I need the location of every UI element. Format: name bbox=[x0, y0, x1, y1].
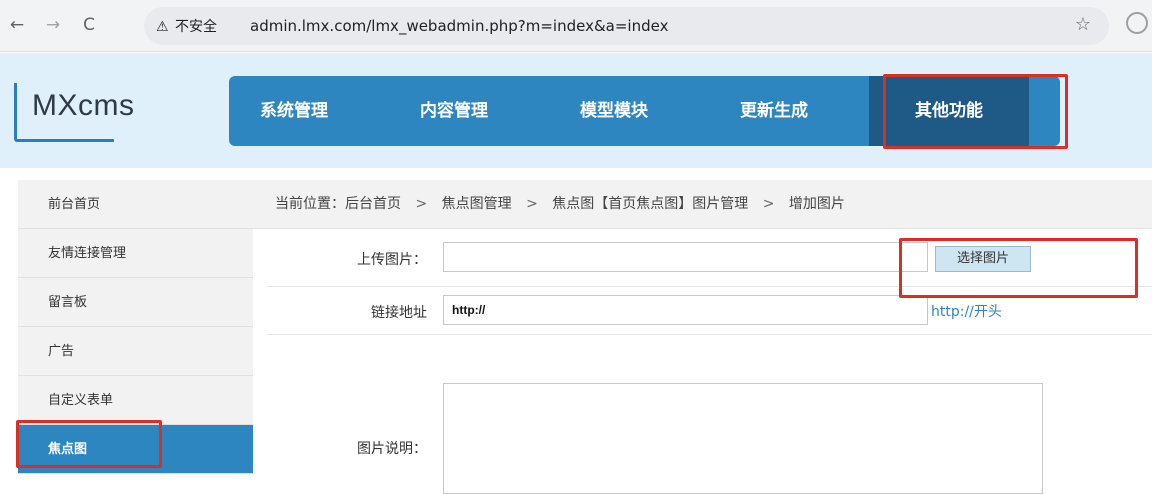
logo[interactable]: MXcms bbox=[14, 77, 184, 143]
extension-icon[interactable] bbox=[1126, 12, 1148, 34]
sidebar-item-ads[interactable]: 广告 bbox=[18, 327, 253, 376]
highlight-box-upload bbox=[899, 238, 1138, 298]
forward-icon[interactable]: → bbox=[40, 12, 66, 38]
browser-toolbar: ← → C ⚠ 不安全 admin.lmx.com/lmx_webadmin.p… bbox=[0, 0, 1152, 52]
nav-model-module[interactable]: 模型模块 bbox=[549, 76, 679, 146]
warning-icon: ⚠ bbox=[156, 19, 169, 35]
form-row-description: 图片说明： bbox=[267, 335, 1152, 494]
nav-system-management[interactable]: 系统管理 bbox=[229, 76, 359, 146]
breadcrumb-separator: > bbox=[762, 196, 775, 212]
security-indicator[interactable]: ⚠ 不安全 bbox=[156, 16, 217, 36]
breadcrumb-separator: > bbox=[526, 196, 538, 212]
sidebar-item-home[interactable]: 前台首页 bbox=[18, 180, 253, 229]
link-hint: http://开头 bbox=[931, 304, 1002, 320]
upload-label: 上传图片： bbox=[357, 252, 427, 268]
nav-update-generate[interactable]: 更新生成 bbox=[709, 76, 839, 146]
breadcrumb-prefix: 当前位置：后台首页 bbox=[275, 196, 401, 212]
sidebar-item-friend-links[interactable]: 友情连接管理 bbox=[18, 229, 253, 278]
logo-bracket-vertical bbox=[14, 83, 17, 139]
breadcrumb-image-manage[interactable]: 焦点图【首页焦点图】图片管理 bbox=[552, 196, 748, 212]
url-text[interactable]: admin.lmx.com/lmx_webadmin.php?m=index&a… bbox=[250, 17, 668, 35]
description-textarea[interactable] bbox=[443, 383, 1043, 494]
logo-bracket-horizontal bbox=[14, 139, 114, 142]
sidebar-item-custom-form[interactable]: 自定义表单 bbox=[18, 376, 253, 425]
address-bar[interactable]: ⚠ 不安全 admin.lmx.com/lmx_webadmin.php?m=i… bbox=[144, 7, 1109, 45]
sidebar-item-guestbook[interactable]: 留言板 bbox=[18, 278, 253, 327]
back-icon[interactable]: ← bbox=[4, 12, 30, 38]
breadcrumb-focus-manage[interactable]: 焦点图管理 bbox=[442, 196, 512, 212]
upload-path-input[interactable] bbox=[443, 242, 928, 272]
nav-content-management[interactable]: 内容管理 bbox=[389, 76, 519, 146]
breadcrumb-current: 增加图片 bbox=[788, 196, 845, 212]
breadcrumb-separator: > bbox=[415, 196, 428, 212]
logo-text: MXcms bbox=[32, 89, 135, 122]
link-url-input[interactable]: http:// bbox=[443, 295, 928, 325]
link-label: 链接地址 bbox=[371, 305, 427, 321]
bookmark-star-icon[interactable]: ☆ bbox=[1075, 14, 1091, 35]
security-label: 不安全 bbox=[175, 19, 218, 35]
highlight-box-nav bbox=[883, 74, 1068, 149]
reload-icon[interactable]: C bbox=[76, 12, 102, 38]
main-content: 当前位置：后台首页 > 焦点图管理 > 焦点图【首页焦点图】图片管理 > 增加图… bbox=[253, 180, 1152, 494]
highlight-box-sidebar bbox=[16, 420, 162, 468]
breadcrumb: 当前位置：后台首页 > 焦点图管理 > 焦点图【首页焦点图】图片管理 > 增加图… bbox=[253, 180, 1152, 229]
description-label: 图片说明： bbox=[357, 441, 427, 457]
